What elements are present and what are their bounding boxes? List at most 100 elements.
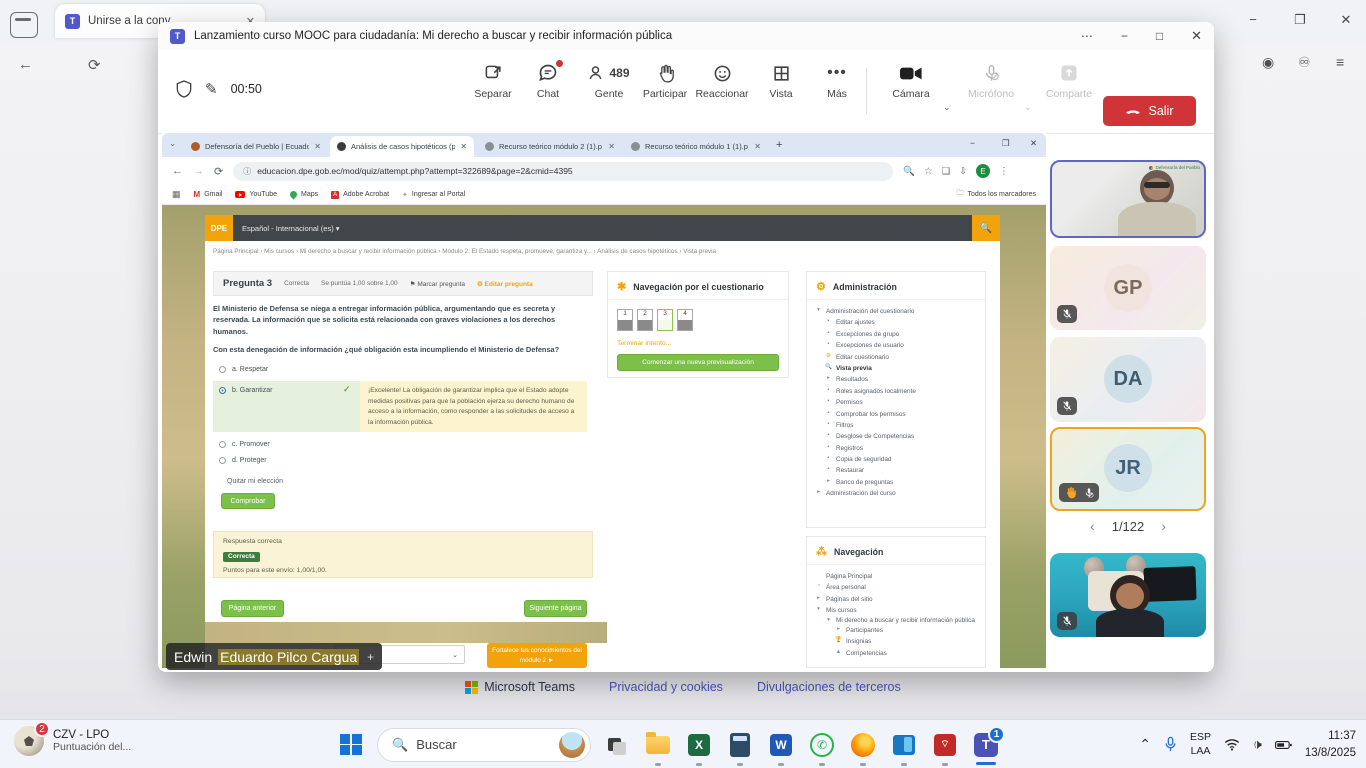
news-widget[interactable]: 2 CZV - LPO Puntuación del... [14, 726, 131, 756]
mic-options-chevron-icon[interactable]: ⌄ [1024, 102, 1032, 113]
admin-item[interactable]: ▾Administración del cuestionario [815, 306, 977, 317]
check-button[interactable]: Comprobar [221, 493, 275, 509]
radio-icon[interactable] [219, 457, 226, 464]
nav-item[interactable]: ▾Mis cursos [815, 605, 977, 616]
participant-tile-da[interactable]: DA [1050, 337, 1206, 422]
raise-hand-button[interactable]: Participar [638, 60, 692, 100]
option-d[interactable]: d. Proteger [219, 457, 267, 464]
microsoft-teams-link[interactable]: Microsoft Teams [465, 680, 575, 694]
self-video-tile[interactable] [1050, 553, 1206, 637]
more-button[interactable]: ••• Más [810, 60, 864, 100]
admin-item[interactable]: ▪Desglose de Competencias [815, 431, 977, 442]
mic-button[interactable]: Micrófono [964, 60, 1018, 100]
address-bar[interactable]: ⓘ educacion.dpe.gob.ec/mod/quiz/attempt.… [233, 162, 893, 181]
question-1-link[interactable]: 1 [617, 309, 633, 331]
privacy-link[interactable]: Privacidad y cookies [609, 680, 723, 694]
download-icon[interactable]: ⇩ [959, 166, 967, 177]
next-module-button[interactable]: Fortalece tus conocimientos del módulo 2… [487, 643, 587, 668]
menu-icon[interactable]: ≡ [1336, 54, 1344, 70]
chrome-restore-icon[interactable]: ❐ [1002, 138, 1010, 149]
participant-tile-jr-hand-raised[interactable]: JR [1050, 427, 1206, 511]
admin-item[interactable]: ▪Comprobar los permisos [815, 409, 977, 420]
disclosures-link[interactable]: Divulgaciones de terceros [757, 680, 901, 694]
admin-item[interactable]: ▪Filtros [815, 420, 977, 431]
bg-close-button[interactable]: ✕ [1336, 12, 1356, 28]
nav-item[interactable]: ◔Área personal [815, 582, 977, 593]
admin-item[interactable]: ▪Permisos [815, 397, 977, 408]
admin-item[interactable]: ▪Editar ajustes [815, 317, 977, 328]
window-maximize-button[interactable]: □ [1156, 29, 1163, 43]
share-button[interactable]: Comparte [1042, 60, 1096, 100]
reload-icon[interactable]: ⟳ [214, 165, 223, 178]
forward-icon[interactable]: → [193, 165, 204, 177]
breadcrumb[interactable]: Página Principal › Mis cursos › Mi derec… [213, 248, 993, 255]
calculator-button[interactable] [725, 730, 755, 760]
bookmark-maps[interactable]: Maps [290, 191, 318, 198]
chrome-tab-defensoria[interactable]: Defensoría del Pueblo | Ecuado✕ [184, 136, 328, 157]
option-a[interactable]: a. Respetar [219, 366, 268, 373]
extensions-icon[interactable]: ♾ [1298, 54, 1311, 71]
chrome-tab-quiz-active[interactable]: Análisis de casos hipotéticos (p✕ [330, 136, 474, 157]
option-c[interactable]: c. Promover [219, 441, 270, 448]
acrobat-button[interactable]: ⌔ [930, 730, 960, 760]
zoom-icon[interactable]: 🔍 [903, 166, 915, 177]
apps-grid-icon[interactable]: ▦ [172, 189, 181, 200]
bg-minimize-button[interactable]: − [1243, 12, 1263, 27]
radio-icon[interactable] [219, 441, 226, 448]
file-explorer-button[interactable] [643, 730, 673, 760]
admin-item[interactable]: ▪Roles asignados localmente [815, 386, 977, 397]
whatsapp-button[interactable]: ✆ [807, 730, 837, 760]
next-page-button[interactable]: Siguiente página [524, 600, 587, 617]
bookmark-portal[interactable]: ✦Ingresar al Portal [402, 191, 465, 199]
chrome-minimize-icon[interactable]: − [970, 138, 975, 148]
question-2-link[interactable]: 2 [637, 309, 653, 331]
edit-question-link[interactable]: ⚙ Editar pregunta [477, 280, 533, 288]
more-window-options-icon[interactable]: ⋯ [1081, 29, 1093, 43]
start-button[interactable] [336, 730, 366, 760]
question-3-link-current[interactable]: 3 [657, 309, 673, 331]
nav-item[interactable]: ▸Páginas del sitio [815, 594, 977, 605]
search-highlight-image[interactable] [559, 732, 585, 758]
tab-search-chevron-icon[interactable]: ⌄ [169, 138, 176, 149]
admin-item[interactable]: ▪Copia de seguridad [815, 454, 977, 465]
flag-question-link[interactable]: ⚑ Marcar pregunta [410, 280, 465, 288]
task-view-button[interactable] [602, 730, 632, 760]
participant-tile-gp[interactable]: GP [1050, 246, 1206, 330]
back-icon[interactable]: ← [172, 165, 183, 177]
bg-back-icon[interactable]: ← [18, 56, 33, 73]
chat-button[interactable]: Chat [521, 60, 575, 100]
breakout-button[interactable]: Separar [466, 60, 520, 100]
admin-item[interactable]: ⚙Editar cuestionario [815, 352, 977, 363]
radio-icon[interactable] [219, 366, 226, 373]
new-preview-button[interactable]: Comenzar una nueva previsualización [617, 354, 779, 371]
close-tab-icon[interactable]: ✕ [460, 142, 467, 151]
dpe-logo[interactable]: DPE [205, 215, 233, 241]
admin-item[interactable]: ▸Administración del curso [815, 488, 977, 499]
phone-link-button[interactable] [889, 730, 919, 760]
bookmark-gmail[interactable]: MGmail [194, 190, 223, 199]
new-tab-icon[interactable]: + [776, 139, 782, 151]
word-button[interactable]: W [766, 730, 796, 760]
wifi-icon[interactable] [1224, 738, 1240, 751]
notes-icon[interactable]: ✎ [205, 80, 218, 98]
tray-chevron-icon[interactable]: ⌃ [1139, 736, 1151, 753]
next-page-icon[interactable]: › [1161, 518, 1166, 534]
bookmark-youtube[interactable]: YouTube [235, 191, 277, 198]
bookmark-acrobat[interactable]: AAdobe Acrobat [331, 191, 389, 199]
close-tab-icon[interactable]: ✕ [754, 142, 761, 151]
prev-page-icon[interactable]: ‹ [1090, 518, 1095, 534]
firefox-button[interactable] [848, 730, 878, 760]
close-tab-icon[interactable]: ✕ [314, 142, 321, 151]
nav-item[interactable]: ▾Mi derecho a buscar y recibir informaci… [815, 617, 977, 625]
profile-avatar[interactable]: E [976, 164, 990, 178]
taskbar-search[interactable]: 🔍 Buscar [377, 728, 591, 762]
plus-icon[interactable]: + [367, 650, 374, 664]
admin-item[interactable]: ▪Registros [815, 443, 977, 454]
admin-item[interactable]: ▸Banco de preguntas [815, 477, 977, 488]
tray-mic-icon[interactable] [1164, 736, 1177, 753]
bg-restore-button[interactable]: ❐ [1290, 12, 1310, 28]
window-close-button[interactable]: ✕ [1191, 28, 1202, 44]
nav-item[interactable]: Página Principal [815, 571, 977, 582]
bookmark-star-icon[interactable]: ☆ [924, 166, 933, 177]
chrome-menu-icon[interactable]: ⋮ [999, 166, 1009, 177]
